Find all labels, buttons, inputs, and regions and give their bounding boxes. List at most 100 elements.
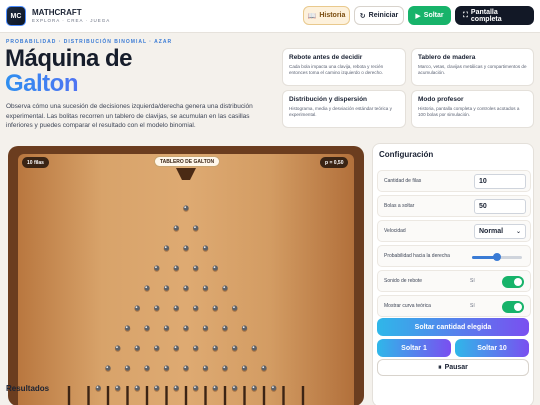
peg-highlight (233, 346, 235, 349)
peg-highlight (145, 286, 148, 289)
peg (163, 365, 170, 371)
fullscreen-button[interactable]: ⛶ Pantalla completa (455, 6, 534, 25)
peg-highlight (164, 326, 167, 329)
drop-1-button[interactable]: Soltar 1 (377, 339, 451, 357)
title-line-1: Máquina de (5, 45, 133, 72)
peg (163, 325, 170, 331)
drop-10-button[interactable]: Soltar 10 (455, 339, 529, 357)
peg (193, 265, 199, 271)
reset-button[interactable]: ↻ Reiniciar (354, 6, 404, 25)
bin-divider (223, 386, 227, 405)
drop-chosen-button[interactable]: Soltar cantidad elegida (377, 318, 529, 336)
peg (183, 325, 189, 331)
feature-title: Tablero de madera (418, 54, 476, 61)
peg-highlight (223, 366, 226, 369)
peg-highlight (223, 326, 226, 329)
probability-slider[interactable] (472, 253, 522, 261)
peg-highlight (174, 266, 177, 269)
peg (105, 365, 111, 371)
peg-highlight (116, 386, 118, 389)
peg (193, 305, 199, 311)
peg-highlight (194, 306, 196, 309)
peg-highlight (184, 286, 187, 289)
drop-label: Soltar (423, 12, 444, 19)
history-button[interactable]: 📖 Historia (303, 6, 350, 25)
toggle-knob (514, 303, 522, 311)
drop-button[interactable]: ▶ Soltar (408, 6, 451, 25)
peg (183, 205, 189, 211)
galton-board[interactable]: 10 filas TABLERO DE GALTON p = 0,50 (8, 146, 364, 405)
curve-value: Sí (470, 303, 475, 309)
peg-highlight (203, 246, 206, 249)
probability-label: Probabilidad hacia la derecha (384, 253, 450, 259)
peg (173, 305, 179, 311)
peg-highlight (203, 366, 206, 369)
bin-divider (262, 386, 266, 405)
peg-highlight (252, 386, 255, 389)
config-panel: Configuración Cantidad de filas 10 Bolas… (372, 143, 534, 405)
peg-highlight (194, 386, 196, 389)
brand: MATHCRAFT EXPLORA · CREA · JUEGA (32, 8, 110, 24)
speed-value: Normal (479, 228, 504, 235)
slider-handle[interactable] (493, 253, 501, 261)
speed-setting: Velocidad Normal ⌄ (377, 220, 531, 242)
peg (134, 305, 140, 311)
config-title: Configuración (379, 150, 434, 159)
bin-divider (145, 386, 149, 405)
pause-button[interactable]: ⏸ Pausar (377, 359, 529, 376)
peg-highlight (164, 246, 167, 249)
curve-toggle[interactable] (502, 301, 524, 313)
peg-highlight (203, 326, 206, 329)
peg-highlight (184, 326, 187, 329)
results-title: Resultados (6, 384, 50, 393)
feature-card-profesor: Modo profesor Historia, pantalla complet… (411, 90, 534, 128)
balls-input[interactable]: 50 (474, 199, 526, 214)
peg (163, 285, 170, 291)
peg-highlight (96, 386, 99, 389)
peg (232, 345, 238, 351)
peg (212, 345, 218, 351)
rows-input[interactable]: 10 (474, 174, 526, 189)
peg-highlight (135, 306, 138, 309)
peg-highlight (125, 326, 128, 329)
lead-paragraph: Observa cómo una sucesión de decisiones … (6, 103, 253, 129)
peg (202, 325, 209, 331)
bin-divider (282, 386, 285, 405)
peg-highlight (174, 306, 177, 309)
peg-highlight (223, 286, 226, 289)
sound-label: Sonido de rebote (384, 278, 423, 284)
peg-highlight (252, 346, 255, 349)
peg (232, 305, 238, 311)
peg-highlight (164, 366, 167, 369)
peg-highlight (194, 266, 196, 269)
peg (154, 265, 160, 271)
feature-title: Modo profesor (418, 96, 464, 103)
peg-highlight (164, 286, 167, 289)
peg-highlight (184, 366, 187, 369)
peg (261, 365, 267, 371)
peg (193, 345, 199, 351)
sound-toggle[interactable] (502, 276, 524, 288)
peg-highlight (213, 346, 216, 349)
feature-title: Rebote antes de decidir (289, 54, 363, 61)
top-actions: 📖 Historia ↻ Reiniciar ▶ Soltar ⛶ Pantal… (303, 6, 534, 25)
feature-title: Distribución y dispersión (289, 96, 368, 103)
speed-select[interactable]: Normal ⌄ (474, 224, 526, 239)
probability-setting: Probabilidad hacia la derecha (377, 245, 531, 267)
peg (202, 245, 209, 251)
bin-divider (126, 386, 129, 405)
peg (241, 325, 248, 331)
bin-divider (301, 386, 305, 405)
peg (144, 325, 150, 331)
peg-highlight (213, 306, 216, 309)
fullscreen-icon: ⛶ (463, 11, 468, 19)
peg-highlight (145, 366, 148, 369)
peg-highlight (155, 346, 157, 349)
chevron-down-icon: ⌄ (515, 229, 521, 235)
peg-highlight (194, 226, 196, 229)
top-bar: MC MATHCRAFT EXPLORA · CREA · JUEGA 📖 Hi… (0, 0, 540, 33)
book-icon: 📖 (307, 12, 317, 20)
peg (212, 305, 218, 311)
sound-setting: Sonido de rebote Sí (377, 270, 531, 292)
mathcraft-logo[interactable]: MC (6, 6, 26, 26)
